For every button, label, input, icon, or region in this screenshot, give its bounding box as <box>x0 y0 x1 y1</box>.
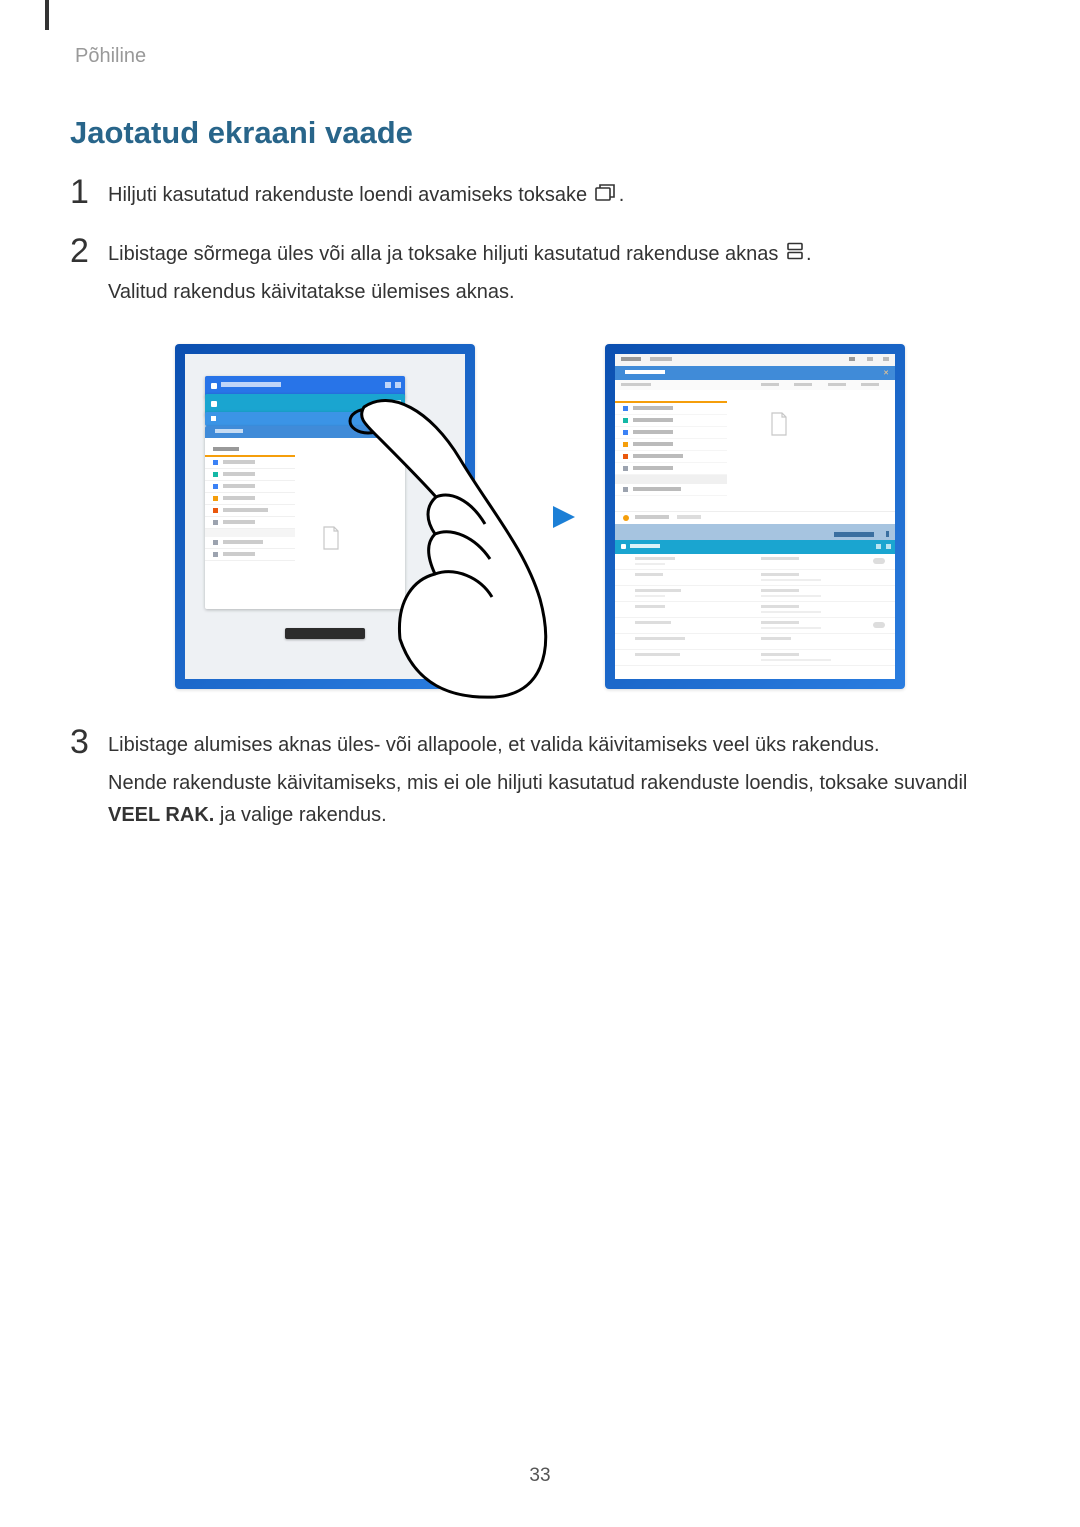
step-3-text: Libistage alumises aknas üles- või allap… <box>108 729 1010 761</box>
step-1-text: Hiljuti kasutatud rakenduste loendi avam… <box>108 184 587 206</box>
step-number: 3 <box>70 725 108 759</box>
step-2-p2: Valitud rakendus käivitatakse ülemises a… <box>108 276 1010 308</box>
step-text: Libistage sõrmega üles või alla ja toksa… <box>108 238 1010 315</box>
arrow-right-icon <box>505 502 575 532</box>
step-text: Hiljuti kasutatud rakenduste loendi avam… <box>108 179 1010 218</box>
split-view-icon <box>786 238 804 270</box>
step-number: 2 <box>70 234 108 268</box>
step-2: 2 Libistage sõrmega üles või alla ja tok… <box>70 238 1010 315</box>
recent-card-3-header <box>205 412 405 426</box>
step-2-after: . <box>806 243 812 265</box>
step-text: Libistage alumises aknas üles- või allap… <box>108 729 1010 837</box>
figure-right-tablet: ✕ <box>605 344 905 689</box>
file-icon <box>769 412 789 436</box>
figure-left-tablet <box>175 344 475 689</box>
more-apps-bar <box>615 524 895 540</box>
step-3: 3 Libistage alumises aknas üles- või all… <box>70 729 1010 837</box>
page-number: 33 <box>0 1465 1080 1487</box>
step-2-text: Libistage sõrmega üles või alla ja toksa… <box>108 243 778 265</box>
recent-apps-icon <box>595 180 617 212</box>
step-number: 1 <box>70 175 108 209</box>
section-header: Põhiline <box>75 45 146 68</box>
page-edge-mark <box>45 0 49 30</box>
step-1-after: . <box>619 184 625 206</box>
file-icon <box>321 526 341 550</box>
content-area: Jaotatud ekraani vaade 1 Hiljuti kasutat… <box>70 115 1010 857</box>
close-all-button <box>285 628 365 639</box>
figure-row: ✕ <box>70 344 1010 689</box>
step-3-p2: Nende rakenduste käivitamiseks, mis ei o… <box>108 767 1010 831</box>
recent-card-3-body <box>205 426 405 609</box>
page-title: Jaotatud ekraani vaade <box>70 115 1010 151</box>
veel-rak-label: VEEL RAK. <box>108 804 214 826</box>
bottom-app-header <box>615 540 895 554</box>
step-1: 1 Hiljuti kasutatud rakenduste loendi av… <box>70 179 1010 218</box>
